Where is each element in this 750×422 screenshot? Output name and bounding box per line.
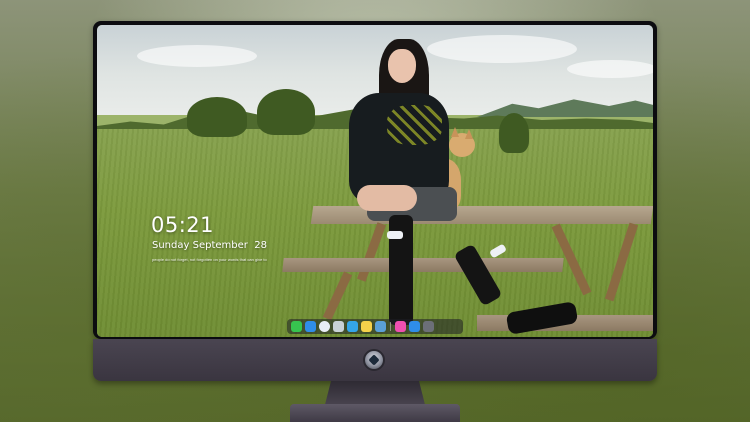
app-store-icon[interactable] (409, 321, 420, 332)
preview-icon[interactable] (375, 321, 386, 332)
dock-separator (390, 322, 391, 331)
dock (287, 319, 463, 334)
bush (187, 97, 247, 137)
safari-icon[interactable] (319, 321, 330, 332)
lockscreen-quote: people do not forget, not forgotten on y… (152, 257, 267, 262)
camera-icon[interactable] (423, 321, 434, 332)
monitor-stand-base (290, 404, 460, 422)
notes-icon[interactable] (361, 321, 372, 332)
monitor-bezel: 05:21 Sunday September 28 people do not … (93, 21, 657, 339)
photos-icon[interactable] (333, 321, 344, 332)
clock-date: Sunday September 28 (152, 240, 267, 251)
brand-logo-icon (363, 349, 385, 371)
itunes-icon[interactable] (395, 321, 406, 332)
clock-time: 05:21 (151, 213, 215, 237)
woman-face (388, 49, 416, 83)
bush (499, 113, 529, 153)
messages-icon[interactable] (291, 321, 302, 332)
finder-icon[interactable] (305, 321, 316, 332)
claquette-icon[interactable] (347, 321, 358, 332)
desktop-screen: 05:21 Sunday September 28 people do not … (97, 25, 653, 337)
bush (257, 89, 315, 135)
picnic-bench (282, 258, 564, 272)
woman-leg (357, 185, 417, 211)
